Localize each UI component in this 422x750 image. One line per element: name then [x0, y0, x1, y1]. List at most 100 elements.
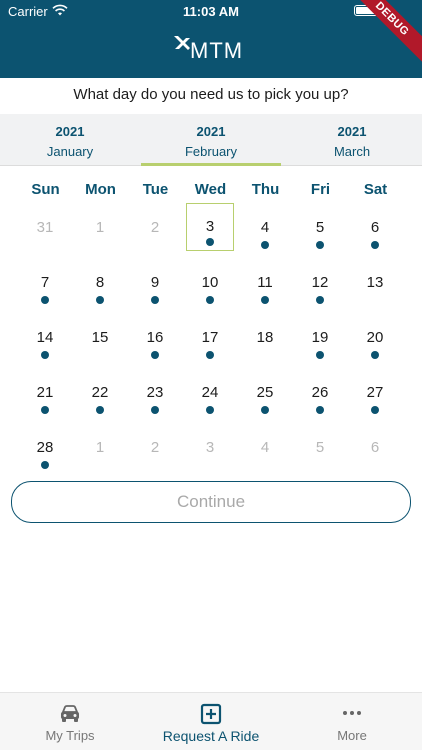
calendar-day[interactable]: 14 [21, 315, 69, 363]
day-number: 3 [205, 218, 215, 235]
availability-dot [371, 351, 379, 359]
day-number: 21 [36, 384, 54, 401]
calendar-day[interactable]: 22 [76, 370, 124, 418]
month-tab-january[interactable]: 2021 January [0, 114, 140, 166]
day-number: 7 [40, 274, 50, 291]
availability-dot [316, 351, 324, 359]
tab-my-trips[interactable]: My Trips [0, 693, 140, 750]
calendar-day[interactable]: 12 [296, 260, 344, 308]
calendar-day[interactable]: 7 [21, 260, 69, 308]
plus-square-icon [200, 703, 222, 725]
day-number: 6 [370, 219, 380, 236]
day-number: 12 [311, 274, 329, 291]
month-year: 2021 [55, 124, 85, 139]
day-number: 13 [366, 274, 384, 291]
calendar-day-next-month: 2 [131, 425, 179, 473]
weekday-mon: Mon [85, 181, 116, 198]
month-tab-march[interactable]: 2021 March [282, 114, 422, 166]
availability-dot [206, 296, 214, 304]
calendar-day[interactable]: 4 [241, 205, 289, 253]
availability-dot [41, 351, 49, 359]
tab-more[interactable]: More [282, 693, 422, 750]
availability-dot [96, 406, 104, 414]
calendar-day-next-month: 4 [241, 425, 289, 473]
logo-mark-icon [174, 36, 190, 50]
tab-label: More [337, 728, 367, 743]
calendar-day-prev-month: 31 [21, 205, 69, 253]
calendar-grid: 31 1 2 3 4 5 6 7 8 9 10 11 12 13 14 15 1… [0, 203, 422, 480]
day-number: 8 [95, 274, 105, 291]
calendar-day[interactable]: 8 [76, 260, 124, 308]
month-tab-february[interactable]: 2021 February [141, 114, 281, 166]
day-number: 3 [205, 439, 215, 456]
calendar-day[interactable]: 16 [131, 315, 179, 363]
tab-request-a-ride[interactable]: Request A Ride [141, 693, 281, 750]
availability-dot [261, 296, 269, 304]
availability-dot [316, 241, 324, 249]
calendar-day[interactable]: 5 [296, 205, 344, 253]
calendar-day[interactable]: 21 [21, 370, 69, 418]
calendar-day[interactable]: 24 [186, 370, 234, 418]
bottom-tab-bar: My Trips Request A Ride More [0, 692, 422, 750]
tab-label: My Trips [45, 728, 95, 743]
day-number: 5 [315, 219, 325, 236]
availability-dot [316, 406, 324, 414]
availability-dot [261, 241, 269, 249]
calendar-day[interactable]: 20 [351, 315, 399, 363]
calendar-day[interactable]: 9 [131, 260, 179, 308]
month-name: March [333, 144, 371, 159]
day-number: 5 [315, 439, 325, 456]
pickup-question: What day do you need us to pick you up? [73, 86, 349, 103]
weekday-tue: Tue [142, 181, 169, 198]
day-number: 18 [256, 329, 274, 346]
logo-text: MTM [190, 38, 244, 63]
weekday-header: Sun Mon Tue Wed Thu Fri Sat [0, 181, 422, 201]
calendar-day[interactable]: 28 [21, 425, 69, 473]
calendar-day[interactable]: 6 [351, 205, 399, 253]
day-number: 6 [370, 439, 380, 456]
availability-dot [371, 241, 379, 249]
tab-label: Request A Ride [162, 728, 260, 744]
month-year: 2021 [337, 124, 367, 139]
calendar-day[interactable]: 17 [186, 315, 234, 363]
weekday-sat: Sat [363, 181, 388, 198]
calendar-day-selected[interactable]: 3 [186, 203, 234, 251]
calendar-day[interactable]: 18 [241, 315, 289, 363]
calendar-day[interactable]: 27 [351, 370, 399, 418]
day-number: 25 [256, 384, 274, 401]
calendar-day[interactable]: 26 [296, 370, 344, 418]
calendar-day[interactable]: 13 [351, 260, 399, 308]
calendar-day-next-month: 6 [351, 425, 399, 473]
calendar-day[interactable]: 11 [241, 260, 289, 308]
calendar-day-unavailable: 1 [76, 205, 124, 253]
app-header: Carrier 11:03 AM DEBUG MTM [0, 0, 422, 78]
availability-dot [206, 406, 214, 414]
availability-dot [371, 406, 379, 414]
day-number: 15 [91, 329, 109, 346]
day-number: 17 [201, 329, 219, 346]
calendar-day-next-month: 1 [76, 425, 124, 473]
day-number: 27 [366, 384, 384, 401]
car-icon [61, 705, 79, 722]
day-number: 9 [150, 274, 160, 291]
calendar-day[interactable]: 19 [296, 315, 344, 363]
weekday-thu: Thu [251, 181, 280, 198]
availability-dot [41, 296, 49, 304]
status-bar: Carrier 11:03 AM [0, 0, 422, 22]
calendar-day[interactable]: 23 [131, 370, 179, 418]
availability-dot [41, 406, 49, 414]
day-number: 16 [146, 329, 164, 346]
day-number: 14 [36, 329, 54, 346]
availability-dot [316, 296, 324, 304]
day-number: 11 [257, 274, 273, 291]
day-number: 2 [150, 439, 160, 456]
calendar-day[interactable]: 25 [241, 370, 289, 418]
calendar-day[interactable]: 10 [186, 260, 234, 308]
day-number: 2 [150, 219, 160, 236]
calendar-day[interactable]: 15 [76, 315, 124, 363]
day-number: 31 [36, 219, 54, 236]
day-number: 28 [36, 439, 54, 456]
day-number: 4 [260, 439, 270, 456]
availability-dot [96, 296, 104, 304]
continue-button[interactable]: Continue [11, 481, 411, 523]
